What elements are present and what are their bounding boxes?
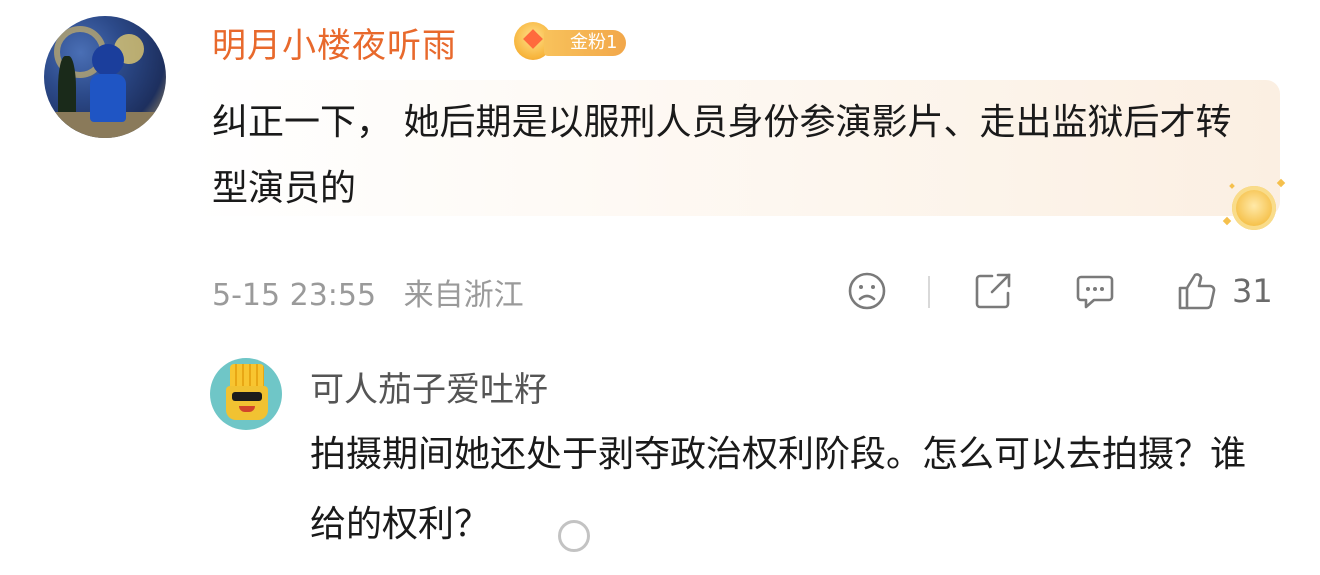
reply-text: 拍摄期间她还处于剥夺政治权利阶段。怎么可以去拍摄？谁给的权利？ [310,434,1247,545]
like-button[interactable]: 31 [1176,268,1273,314]
commenter-username[interactable]: 明月小楼夜听雨 [212,18,457,67]
thumbs-up-icon [1178,273,1216,310]
dislike-button[interactable] [846,268,888,314]
share-button[interactable] [972,268,1014,314]
watermark-overlay [548,512,770,560]
watermark-logo-icon [558,520,590,552]
fan-badge[interactable]: 金粉1 [514,22,626,62]
reply-username[interactable]: 可人茄子爱吐籽 [310,362,548,411]
share-icon [975,273,1011,309]
comment-meta: 5-15 23:55 来自浙江 [212,270,524,314]
comment-button[interactable] [1074,268,1116,314]
frown-face-icon [848,272,886,310]
avatar-figure-body [90,74,126,122]
main-comment: 明月小楼夜听雨 金粉1 纠正一下， 她后期是以服刑人员身份参演影片、走出监狱后才… [0,0,1320,340]
comment-icon [1076,275,1114,309]
comment-timestamp: 5-15 23:55 [212,278,377,313]
fan-badge-label: 金粉1 [544,30,626,56]
avatar-figure-head [92,44,124,76]
action-divider [928,276,930,308]
comment-text: 纠正一下， 她后期是以服刑人员身份参演影片、走出监狱后才转型演员的 [212,102,1232,209]
comment-location: 来自浙江 [403,278,524,313]
commenter-avatar[interactable] [44,16,166,138]
reply-avatar[interactable] [210,358,282,430]
like-count: 31 [1232,272,1273,310]
medal-icon [1222,178,1286,238]
